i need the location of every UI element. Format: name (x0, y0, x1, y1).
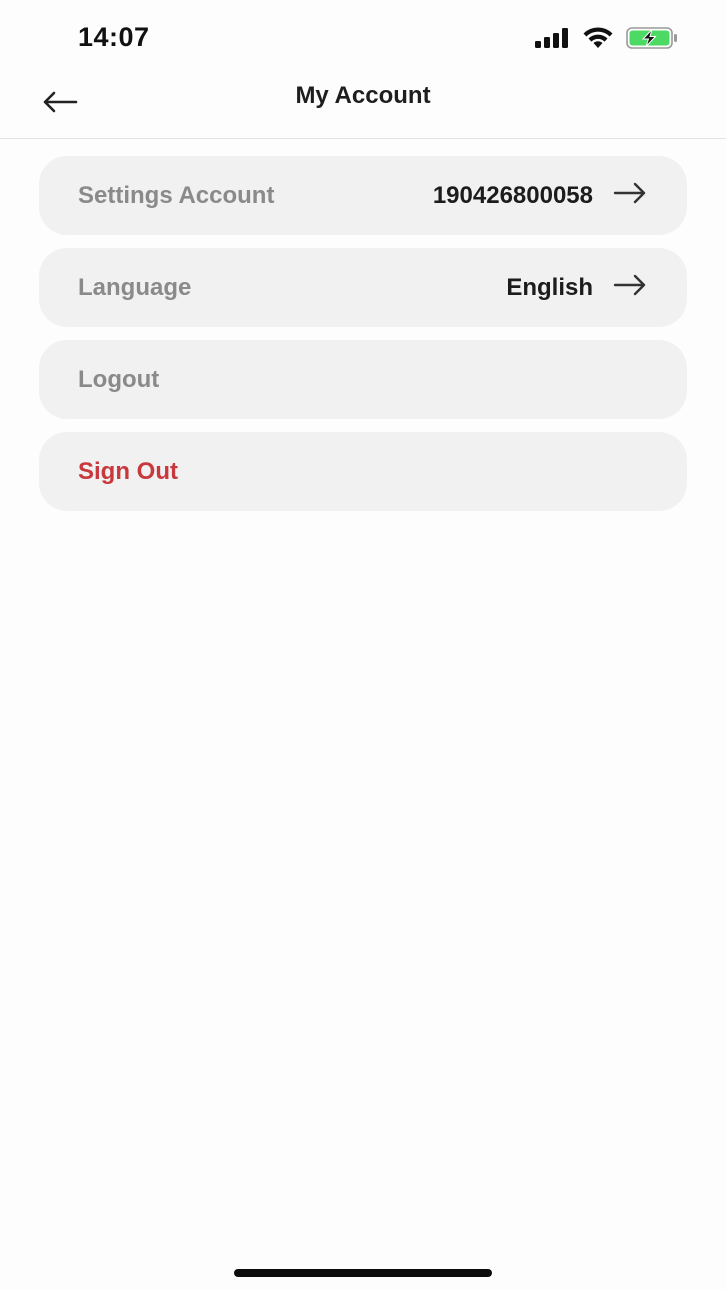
settings-account-row[interactable]: Settings Account 190426800058 (39, 156, 687, 235)
sign-out-row[interactable]: Sign Out (39, 432, 687, 511)
account-number-value: 190426800058 (432, 181, 593, 209)
settings-account-label: Settings Account (78, 181, 275, 209)
navigation-bar: My Account (0, 70, 726, 139)
language-value: English (506, 273, 593, 301)
status-time: 14:07 (78, 22, 150, 52)
settings-account-right: 190426800058 (433, 182, 647, 210)
language-right: English (506, 274, 647, 302)
logout-label: Logout (78, 365, 160, 393)
arrow-right-icon (613, 182, 647, 209)
language-row[interactable]: Language English (39, 248, 687, 327)
menu-list: Settings Account 190426800058 Language E… (39, 156, 687, 524)
battery-charging-icon (626, 26, 678, 54)
cellular-signal-icon (534, 27, 570, 53)
home-indicator (234, 1269, 492, 1277)
language-label: Language (78, 273, 192, 301)
logout-row[interactable]: Logout (39, 340, 687, 419)
sign-out-label: Sign Out (78, 457, 178, 485)
arrow-right-icon (613, 274, 647, 301)
page-title: My Account (295, 82, 431, 109)
wifi-icon (582, 26, 614, 54)
status-icons (534, 26, 678, 54)
status-bar: 14:07 (0, 0, 726, 70)
